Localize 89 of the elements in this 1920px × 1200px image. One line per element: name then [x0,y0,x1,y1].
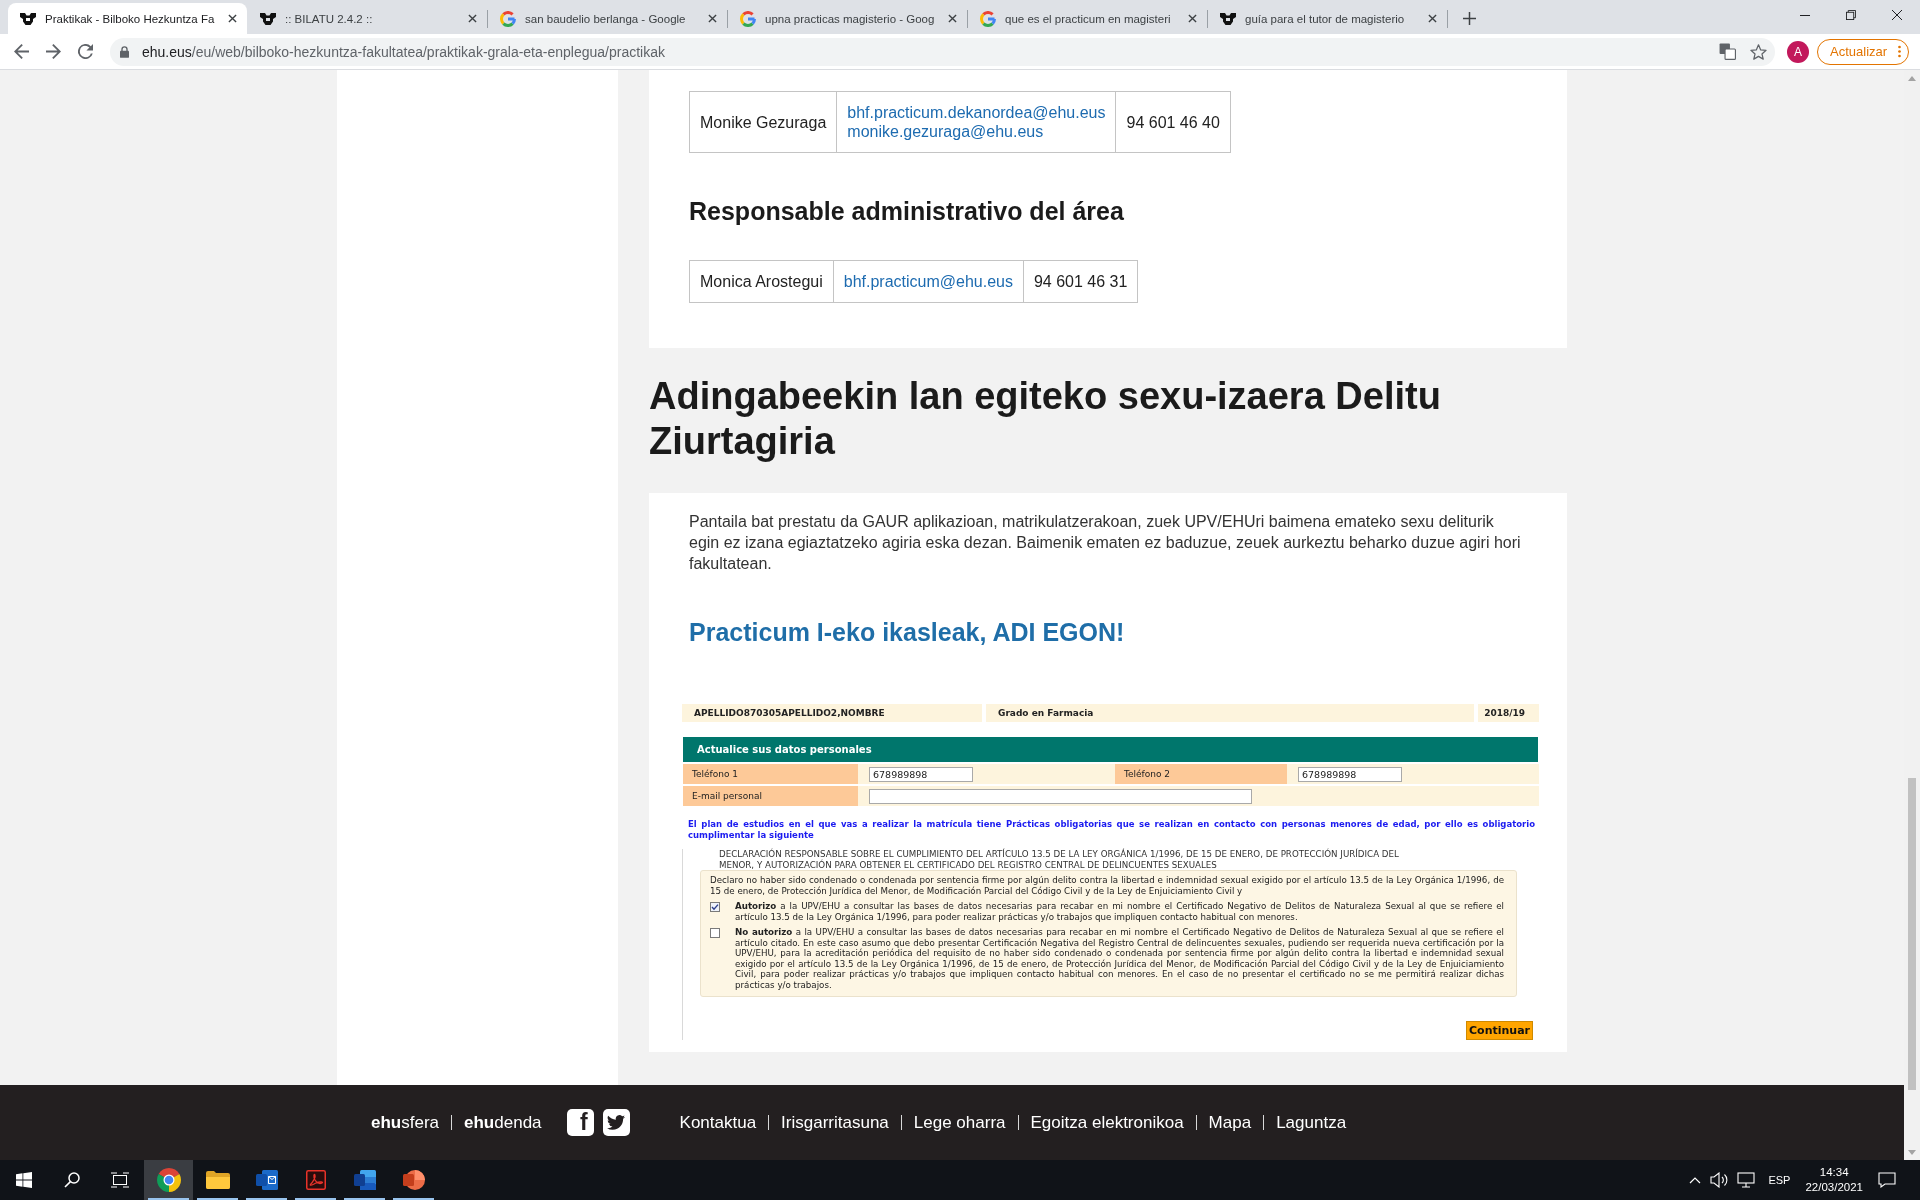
address-bar[interactable]: ehu.eus/eu/web/bilboko-hezkuntza-fakultatea/praktikak-grala-eta-enplegua/practikak [110,37,1775,66]
email-link[interactable]: monike.gezuraga@ehu.eus [847,122,1106,141]
declaration-text: Declaro no haber sido condenado o condenada por sentencia firme por algún delito contra la libertad e indemnidad sexual exigido por el artículo 13.5 de la Ley Orgánica 1/1996, de 15 de enero, de Protección Jurídica del Menor, de Modificación Parcial del Código Civil y de la Ley de Enjuiciamiento Civil y [710,875,1504,896]
declaration-title: DECLARACIÓN RESPONSABLE SOBRE EL CUMPLIMIENTO DEL ARTÍCULO 13.5 DE LA LEY ORGÁNICA 1/1996, DE 15 DE ENERO, DE PROTECCIÓN JURÍDICA DEL MENOR, Y AUTORIZACIÓN PARA OBTENER EL CERTIFICADO DEL REGISTRO CENTRAL DE DELINCUENTES SEXUALES [718,849,1400,870]
twitter-link[interactable] [602,1109,630,1136]
ring-logo-icon [980,10,996,27]
browser-tab[interactable]: upna practicas magisterio - Goog [728,3,967,34]
footer-link[interactable]: Lege oharra [913,1112,1006,1133]
text-field[interactable] [869,788,1252,804]
browser-tab[interactable]: Praktikak - Bilboko Hezkuntza Fa [8,3,247,34]
close-icon[interactable] [228,14,237,23]
option-text: Autorizo a la UPV/EHU a consultar las bases de datos necesarias para recabar en mi nombre el Certificado Negativo de Delitos de Naturaleza Sexual al que se refiere el artículo 13.5 de la Ley Orgánica 1/1996, para poder realizar prácticas y/o trabajos que impliquen contacto habitual con menores. [735,901,1504,922]
language-indicator[interactable]: ESP [1768,1174,1791,1186]
ring-logo-icon [500,10,516,27]
table-cell: 94 601 46 31 [1023,260,1138,303]
ring-logo-icon [740,10,756,27]
footer-link[interactable]: Laguntza [1276,1112,1347,1133]
clock-time[interactable]: 14:34 [1819,1165,1849,1180]
minimize-icon[interactable] [1800,14,1810,16]
header-cell: Grado en Farmacia [986,704,1474,722]
browser-icon [156,1168,181,1192]
folder-icon [205,1171,230,1189]
text-field[interactable]: 678989898 [1298,766,1402,782]
header-cell: 2018/19 [1478,704,1539,722]
field-label: E-mail personal [683,786,858,806]
close-icon[interactable] [708,14,717,23]
document-icon [353,1170,376,1190]
scrollbar-thumb[interactable] [1908,778,1916,1090]
network-icon[interactable] [1737,1172,1756,1188]
browser-tab[interactable]: :: BILATU 2.4.2 :: [248,3,487,34]
section-heading: Responsable administrativo del área [689,196,1125,226]
checkbox[interactable] [710,928,720,938]
translate-icon[interactable] [1719,43,1736,60]
notice-text: El plan de estudios en el que vas a realizar la matrícula tiene Prácticas obligatorias que se realizan en contacto con personas menores de edad, por ello es obligatorio cumplimentar la siguiente [688,819,1535,840]
field-label: Teléfono 1 [683,764,858,784]
footer-link[interactable]: ehusfera [371,1112,440,1133]
notice-heading: Practicum I-eko ikasleak, ADI EGON! [689,617,1126,647]
footer-link[interactable]: ehudenda [464,1112,542,1133]
slides-icon [402,1170,425,1190]
bird-icon [607,1115,626,1130]
emblem-icon [20,12,36,25]
table-cell: 94 601 46 40 [1116,91,1231,153]
browser-tab[interactable]: san baudelio berlanga - Google [488,3,727,34]
section-title-bar: Actualice sus datos personales [683,737,1538,762]
task-view-icon[interactable] [111,1172,129,1188]
emblem-icon [260,12,276,25]
footer-link[interactable]: Irisgarritasuna [781,1112,889,1133]
footer-link[interactable]: Mapa [1208,1112,1252,1133]
field-label: Teléfono 2 [1115,764,1287,784]
continue-button[interactable]: Continuar [1466,1021,1533,1040]
facebook-link[interactable]: f [566,1109,594,1136]
close-icon[interactable] [1428,14,1437,23]
footer-link[interactable]: Egoitza elektronikoa [1030,1112,1184,1133]
kebab-menu-icon [1898,45,1902,58]
restore-icon[interactable] [1846,10,1856,20]
close-icon[interactable] [948,14,957,23]
pdf-icon [305,1170,326,1190]
reload-icon[interactable] [77,44,93,59]
back-icon[interactable] [13,44,29,59]
header-cell: APELLIDO870305APELLIDO2,NOMBRE [682,704,982,722]
close-icon[interactable] [468,14,477,23]
chevron-up-icon[interactable] [1689,1176,1702,1184]
browser-tab[interactable]: que es el practicum en magisteri [968,3,1207,34]
lock-icon [120,45,129,58]
new-tab-icon[interactable] [1462,12,1476,25]
text-field[interactable]: 678989898 [869,766,973,782]
emblem-icon [1220,12,1236,25]
close-icon[interactable] [1188,14,1197,23]
browser-tab[interactable]: guía para el tutor de magisterio [1208,3,1447,34]
volume-icon[interactable] [1710,1172,1729,1188]
option-text: No autorizo a la UPV/EHU a consultar las bases de datos necesarias para recabar en mi nombre el Certificado Negativo de Delitos de Naturaleza Sexual al que se refiere el artículo citado. En este caso asumo que debo presentar Certificación Negativa del Registro Central de delincuentes sexuales, pudiendo ser requerida nueva certificación por la UPV/EHU, para la acreditación periódica del requisito de no haber sido condenado o condenada por sentencia firme por algún delito contra la libertad e indemnidad sexual exigido por el artículo 13.5 de la Ley Orgánica 1/1996, de 15 de enero, de Protección Jurídica del Menor, de Modificación Parcial del Código Civil y de la Ley de Enjuiciamiento Civil, para poder realizar prácticas y/o trabajos que impliquen contacto habitual con menores. En el caso de no presentar el certificado no se me permitirá realizar dichas prácticas y/o trabajos. [735,927,1504,990]
email-link[interactable]: bhf.practicum.dekanordea@ehu.eus [847,103,1106,122]
bookmark-star-icon[interactable] [1750,43,1767,60]
windows-logo-icon[interactable] [16,1172,32,1188]
intro-paragraph: Pantaila bat prestatu da GAUR aplikazioan, matrikulatzerakoan, zuek UPV/EHUri baimena emateko sexu deliturik egin ez izana egiaztatzeko agiria eska dezan. Baimenik ematen ez baduzue, zeuek aurkeztu beharko duzue agiri hori fakultatean. [689,512,1522,574]
mail-icon [255,1170,278,1190]
forward-icon[interactable] [45,44,61,59]
table-cell: Monike Gezuraga [689,91,837,153]
page-heading: Adingabeekin lan egiteko sexu-izaera Delitu Ziurtagiria [649,374,1442,464]
profile-avatar[interactable]: A [1787,40,1809,63]
checkbox[interactable] [710,902,720,912]
close-icon[interactable] [1892,10,1902,20]
table-cell: Monica Arostegui [689,260,834,303]
footer-link[interactable]: Kontaktua [679,1112,757,1133]
taskbar-app-button[interactable] [144,1160,193,1200]
notification-icon[interactable] [1878,1172,1896,1188]
clock-date[interactable]: 22/03/2021 [1805,1180,1863,1195]
search-icon[interactable] [64,1172,80,1188]
email-link[interactable]: bhf.practicum@ehu.eus [843,272,1013,291]
